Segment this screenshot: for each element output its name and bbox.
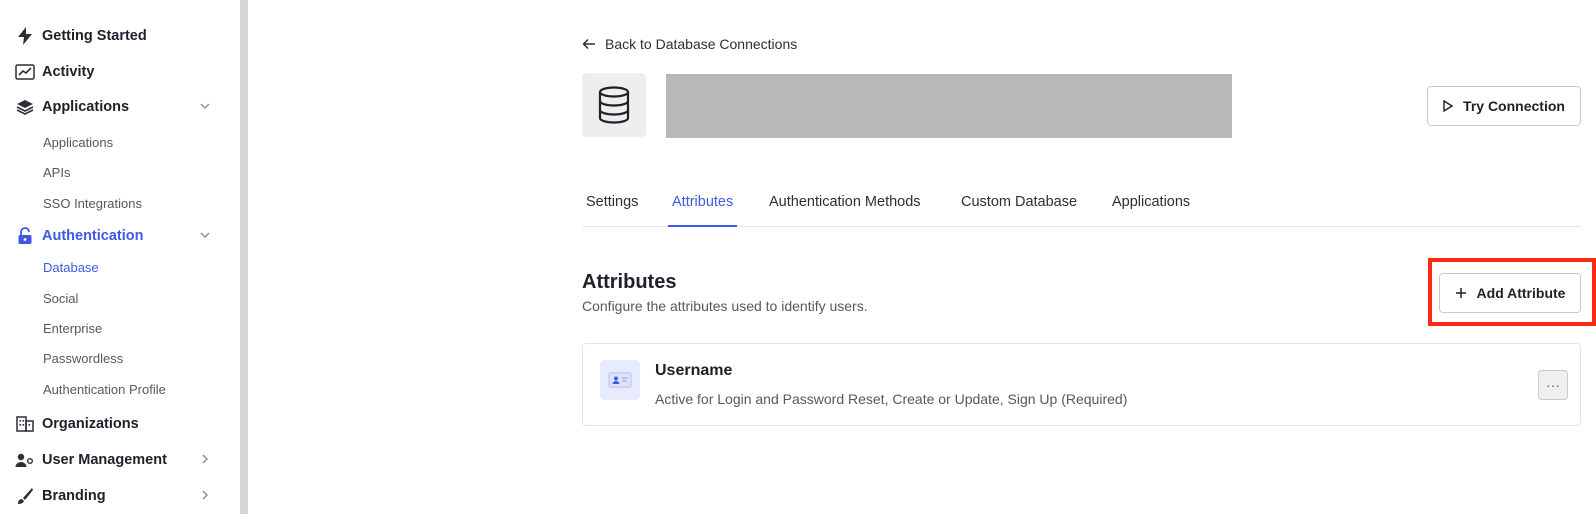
sidebar-subitem-enterprise[interactable]: Enterprise (43, 318, 102, 338)
section-title: Attributes (582, 271, 677, 293)
building-icon (14, 414, 36, 434)
attribute-name: Username (655, 362, 733, 379)
redacted-connection-title (666, 74, 1232, 138)
connection-icon-tile (582, 73, 646, 137)
chevron-right-icon (202, 490, 208, 500)
sidebar-subitem-authentication-profile[interactable]: Authentication Profile (43, 379, 166, 399)
tab-bar: Settings Attributes Authentication Metho… (582, 187, 1581, 227)
tab-custom-database[interactable]: Custom Database (961, 194, 1077, 227)
sidebar-subitem-passwordless[interactable]: Passwordless (43, 348, 123, 368)
sidebar-item-user-management[interactable]: User Management (14, 446, 224, 474)
back-to-database-connections-link[interactable]: Back to Database Connections (582, 36, 797, 52)
add-attribute-button[interactable]: Add Attribute (1439, 273, 1581, 313)
sidebar-item-label: Branding (42, 488, 106, 504)
sidebar-item-organizations[interactable]: Organizations (14, 410, 224, 438)
sidebar-item-activity[interactable]: Activity (14, 58, 224, 86)
tab-applications[interactable]: Applications (1112, 194, 1190, 227)
lightning-icon (14, 26, 36, 46)
play-icon (1443, 100, 1454, 112)
sidebar-subitem-sso-integrations[interactable]: SSO Integrations (43, 193, 142, 213)
tab-attributes[interactable]: Attributes (668, 194, 738, 227)
chevron-down-icon (200, 103, 210, 109)
sidebar-item-label: User Management (42, 452, 167, 468)
sidebar-item-authentication[interactable]: Authentication (14, 222, 224, 250)
section-description: Configure the attributes used to identif… (582, 298, 868, 314)
sidebar-item-label: Getting Started (42, 28, 147, 44)
lock-icon (14, 226, 36, 246)
sidebar-scrollbar[interactable] (240, 0, 248, 514)
add-attribute-label: Add Attribute (1476, 285, 1566, 301)
database-icon (598, 86, 630, 124)
sidebar-item-label: Activity (42, 64, 95, 80)
sidebar-item-branding[interactable]: Branding (14, 482, 224, 510)
sidebar-item-label: Applications (42, 99, 130, 115)
arrow-left-icon (582, 38, 595, 50)
more-options-button[interactable]: ··· (1538, 370, 1568, 400)
sidebar-subitem-applications[interactable]: Applications (43, 132, 113, 152)
sidebar-subitem-apis[interactable]: APIs (43, 162, 70, 182)
sidebar-subitem-database[interactable]: Database (43, 257, 99, 277)
chevron-right-icon (202, 454, 208, 464)
sidebar-item-label: Authentication (42, 228, 144, 244)
plus-icon (1455, 288, 1466, 298)
attribute-card: Username Active for Login and Password R… (582, 343, 1581, 426)
sidebar-item-getting-started[interactable]: Getting Started (14, 22, 224, 50)
try-connection-button[interactable]: Try Connection (1427, 86, 1581, 126)
id-card-icon (600, 360, 640, 400)
attribute-description: Active for Login and Password Reset, Cre… (655, 391, 1128, 407)
tab-settings[interactable]: Settings (586, 194, 638, 227)
sidebar-item-applications[interactable]: Applications (14, 93, 224, 121)
chevron-down-icon (200, 232, 210, 238)
sidebar-item-label: Organizations (42, 416, 139, 432)
try-connection-label: Try Connection (1463, 98, 1565, 114)
back-link-label: Back to Database Connections (605, 36, 798, 52)
brush-icon (14, 486, 36, 506)
sidebar-subitem-social[interactable]: Social (43, 288, 78, 308)
users-icon (14, 450, 36, 470)
tab-authentication-methods[interactable]: Authentication Methods (769, 194, 921, 227)
trend-chart-icon (14, 62, 36, 82)
layers-icon (14, 97, 36, 117)
sidebar: Getting Started Activity Applications Ap… (0, 0, 236, 514)
